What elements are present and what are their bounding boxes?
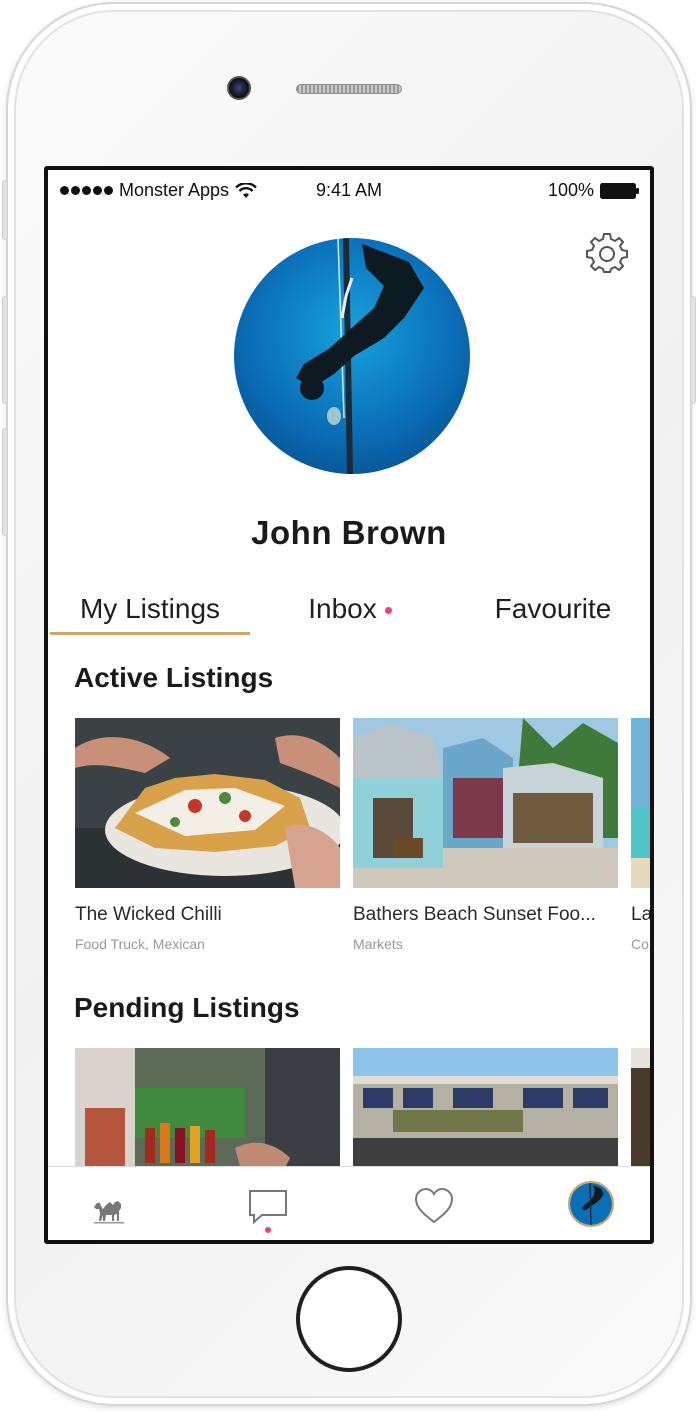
volume-down-button — [2, 428, 8, 536]
active-listings-title: Active Listings — [74, 662, 274, 693]
active-listings-row[interactable]: The Wicked Chilli Food Truck, Mexican Ba… — [75, 718, 653, 968]
app-screen: Monster Apps 9:41 AM 100% John Brown My … — [44, 166, 654, 1244]
home-button[interactable] — [296, 1266, 402, 1372]
listing-image — [631, 718, 650, 888]
profile-name: John Brown — [251, 514, 447, 551]
tab-bar-home[interactable] — [88, 1185, 132, 1229]
listing-image — [75, 718, 340, 888]
gear-icon — [586, 233, 628, 273]
pending-listings-title: Pending Listings — [74, 992, 300, 1023]
listing-title: La — [631, 904, 653, 925]
notification-dot — [384, 607, 392, 615]
profile-photo — [234, 238, 470, 474]
tab-favourite[interactable]: Favourite — [468, 586, 638, 640]
battery-percent: 100% — [547, 180, 594, 200]
listing-subtitle: Food Truck, Mexican — [75, 936, 205, 952]
listing-image — [353, 718, 618, 888]
tab-bar-inbox[interactable] — [246, 1185, 290, 1233]
profile-tabs: My Listings Inbox Favourite — [48, 586, 650, 640]
heart-icon — [414, 1187, 454, 1224]
earpiece-speaker — [296, 84, 402, 94]
tab-bar-profile[interactable] — [568, 1181, 614, 1227]
listing-card[interactable]: Bathers Beach Sunset Foo... Markets — [353, 718, 618, 952]
listing-title: Bathers Beach Sunset Foo... — [353, 904, 596, 925]
active-tab-indicator — [50, 632, 250, 635]
volume-up-button — [2, 296, 8, 404]
status-right: 100% — [548, 180, 640, 201]
battery-icon — [600, 182, 639, 199]
power-button — [690, 296, 696, 404]
chat-icon — [249, 1190, 287, 1225]
listing-subtitle: Markets — [353, 936, 403, 952]
listing-card[interactable]: La Co — [631, 718, 653, 952]
profile-avatar-icon — [570, 1183, 612, 1225]
status-bar: Monster Apps 9:41 AM 100% — [48, 170, 650, 210]
tab-label: My Listings — [79, 593, 221, 624]
tab-label: Favourite — [494, 593, 612, 624]
front-camera — [227, 76, 251, 100]
tab-label: Inbox — [308, 593, 377, 624]
bottom-tab-bar — [48, 1166, 650, 1240]
tab-bar-favourites[interactable] — [412, 1185, 456, 1229]
listing-subtitle: Co — [631, 936, 649, 952]
notification-dot — [265, 1227, 271, 1233]
listing-card[interactable]: The Wicked Chilli Food Truck, Mexican — [75, 718, 340, 952]
camel-icon — [94, 1201, 124, 1224]
settings-button[interactable] — [586, 232, 628, 274]
tab-inbox[interactable]: Inbox — [280, 586, 420, 640]
mute-switch — [2, 180, 8, 240]
listing-title: The Wicked Chilli — [75, 904, 222, 925]
profile-avatar[interactable] — [234, 238, 470, 474]
